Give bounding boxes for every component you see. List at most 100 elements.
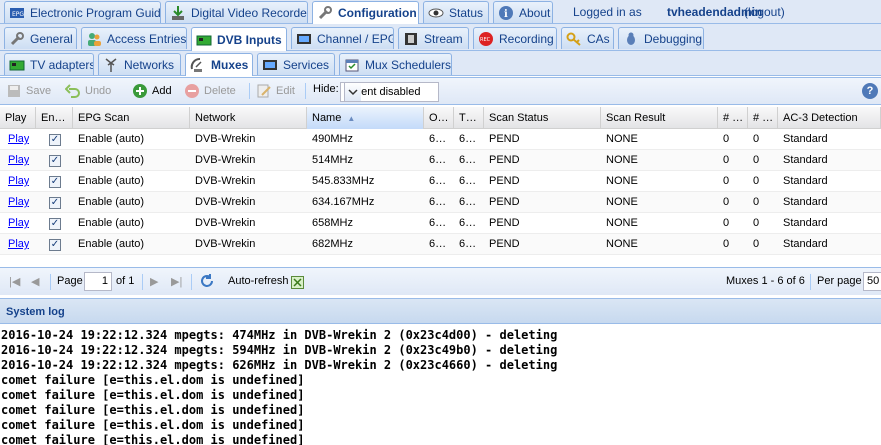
tab-muxes[interactable]: Muxes bbox=[185, 53, 253, 76]
tab-configuration[interactable]: Configuration bbox=[312, 1, 419, 24]
enabled-checkbox[interactable]: ✓ bbox=[49, 176, 61, 188]
toolbar-separator bbox=[142, 274, 143, 290]
tab-dvb-inputs[interactable]: DVB Inputs bbox=[191, 27, 287, 51]
col-t[interactable]: T… bbox=[454, 107, 484, 129]
table-row[interactable]: Play ✓ Enable (auto) DVB-Wrekin 514MHz 6… 6… PE… bbox=[0, 150, 881, 171]
table-row[interactable]: Play ✓ Enable (auto) DVB-Wrekin 490MHz 6… 6… PE… bbox=[0, 129, 881, 150]
tab-stream[interactable]: Stream bbox=[398, 27, 469, 49]
log-line: 2016-10-24 19:22:12.324 mpegts: 594MHz i… bbox=[1, 343, 558, 357]
tab-cas[interactable]: CAs bbox=[561, 27, 614, 49]
undo-button[interactable]: Undo bbox=[65, 83, 111, 99]
col-orbital[interactable]: O… bbox=[424, 107, 454, 129]
enabled-checkbox[interactable]: ✓ bbox=[49, 239, 61, 251]
tab-recording[interactable]: REC Recording bbox=[473, 27, 557, 49]
cell-network: DVB-Wrekin bbox=[195, 196, 256, 208]
play-link[interactable]: Play bbox=[8, 133, 29, 145]
tab-networks[interactable]: Networks bbox=[98, 53, 181, 75]
add-label: Add bbox=[152, 85, 172, 97]
col-num-1[interactable]: # … bbox=[718, 107, 748, 129]
login-text: Logged in as bbox=[573, 5, 642, 19]
page-of-label: of 1 bbox=[116, 275, 135, 287]
cell-result: NONE bbox=[606, 175, 638, 187]
autorefresh-label: Auto-refresh bbox=[228, 275, 289, 287]
col-play[interactable]: Play bbox=[0, 107, 36, 129]
col-name[interactable]: Name ▲ bbox=[307, 107, 424, 129]
cell-t: 6… bbox=[459, 154, 477, 166]
tab-about[interactable]: i About bbox=[493, 1, 553, 23]
perpage-label: Per page bbox=[817, 275, 862, 287]
table-row[interactable]: Play ✓ Enable (auto) DVB-Wrekin 634.167MHz 6…… bbox=[0, 192, 881, 213]
last-page-icon[interactable]: ▶| bbox=[171, 275, 182, 288]
perpage-select[interactable]: 50 bbox=[863, 272, 881, 291]
tab-debugging[interactable]: Debugging bbox=[618, 27, 704, 49]
tab-label: Stream bbox=[424, 31, 463, 46]
tab-dvr[interactable]: Digital Video Recorder bbox=[165, 1, 308, 23]
tab-channel-epg[interactable]: Channel / EPG bbox=[291, 27, 394, 49]
page-input[interactable]: 1 bbox=[84, 272, 112, 291]
tab-mux-schedulers[interactable]: Mux Schedulers bbox=[339, 53, 452, 75]
tab-services[interactable]: Services bbox=[257, 53, 335, 75]
cell-n2: 0 bbox=[753, 154, 760, 166]
play-link[interactable]: Play bbox=[8, 238, 29, 250]
cell-epg: Enable (auto) bbox=[78, 154, 145, 166]
add-icon bbox=[132, 83, 148, 99]
enabled-checkbox[interactable]: ✓ bbox=[49, 197, 61, 209]
cell-name: 658MHz bbox=[312, 217, 353, 229]
add-button[interactable]: Add bbox=[132, 83, 172, 99]
col-network[interactable]: Network bbox=[190, 107, 307, 129]
save-button[interactable]: Save bbox=[6, 83, 51, 99]
col-scan-result[interactable]: Scan Result bbox=[601, 107, 718, 129]
col-epg-scan[interactable]: EPG Scan bbox=[73, 107, 190, 129]
next-page-icon[interactable]: ▶ bbox=[150, 275, 158, 288]
col-ac3[interactable]: AC-3 Detection bbox=[778, 107, 881, 129]
table-row[interactable]: Play ✓ Enable (auto) DVB-Wrekin 545.833MHz 6…… bbox=[0, 171, 881, 192]
play-link[interactable]: Play bbox=[8, 196, 29, 208]
refresh-icon[interactable] bbox=[199, 273, 215, 292]
cell-network: DVB-Wrekin bbox=[195, 217, 256, 229]
tab-tv-adapters[interactable]: TV adapters bbox=[4, 53, 94, 75]
calendar-icon bbox=[344, 57, 360, 73]
tab-label: General bbox=[30, 31, 73, 46]
cell-n1: 0 bbox=[723, 217, 730, 229]
delete-button[interactable]: Delete bbox=[184, 83, 236, 99]
prev-page-icon[interactable]: ◀ bbox=[31, 275, 39, 288]
enabled-checkbox[interactable]: ✓ bbox=[49, 155, 61, 167]
help-icon[interactable]: ? bbox=[862, 83, 878, 99]
autorefresh-toggle[interactable] bbox=[291, 276, 304, 289]
tab-label: Status bbox=[449, 5, 484, 20]
cell-result: NONE bbox=[606, 154, 638, 166]
tab-label: Muxes bbox=[211, 58, 249, 72]
cell-n2: 0 bbox=[753, 217, 760, 229]
col-enabled[interactable]: En… bbox=[36, 107, 73, 129]
cell-t: 6… bbox=[459, 175, 477, 187]
cell-n2: 0 bbox=[753, 196, 760, 208]
edit-button[interactable]: Edit bbox=[256, 83, 295, 99]
tab-epg[interactable]: EPG Electronic Program Guide bbox=[4, 1, 161, 23]
tab-general[interactable]: General bbox=[4, 27, 77, 49]
hide-select[interactable]: Parent disabled bbox=[340, 82, 439, 102]
tab-label: DVB Inputs bbox=[217, 32, 282, 47]
col-scan-status[interactable]: Scan Status bbox=[484, 107, 601, 129]
toolbar-separator bbox=[305, 83, 306, 99]
tab-status[interactable]: Status bbox=[423, 1, 489, 23]
table-row[interactable]: Play ✓ Enable (auto) DVB-Wrekin 682MHz 6… 6… PE… bbox=[0, 234, 881, 255]
toolbar-separator bbox=[50, 274, 51, 290]
play-link[interactable]: Play bbox=[8, 154, 29, 166]
tab-access-entries[interactable]: Access Entries bbox=[81, 27, 187, 49]
log-line: comet failure [e=this.el.dom is undefine… bbox=[1, 403, 305, 417]
col-num-2[interactable]: # … bbox=[748, 107, 778, 129]
cell-network: DVB-Wrekin bbox=[195, 154, 256, 166]
chevron-down-icon[interactable] bbox=[344, 83, 361, 101]
enabled-checkbox[interactable]: ✓ bbox=[49, 218, 61, 230]
cell-ac3: Standard bbox=[783, 175, 828, 187]
logout-link[interactable]: (logout) bbox=[744, 5, 785, 19]
syslog-title[interactable]: System log bbox=[0, 298, 881, 324]
cell-n2: 0 bbox=[753, 175, 760, 187]
enabled-checkbox[interactable]: ✓ bbox=[49, 134, 61, 146]
play-link[interactable]: Play bbox=[8, 175, 29, 187]
play-link[interactable]: Play bbox=[8, 217, 29, 229]
play-cell: Play bbox=[3, 150, 29, 171]
save-icon bbox=[6, 83, 22, 99]
table-row[interactable]: Play ✓ Enable (auto) DVB-Wrekin 658MHz 6… 6… PE… bbox=[0, 213, 881, 234]
first-page-icon[interactable]: |◀ bbox=[9, 275, 20, 288]
